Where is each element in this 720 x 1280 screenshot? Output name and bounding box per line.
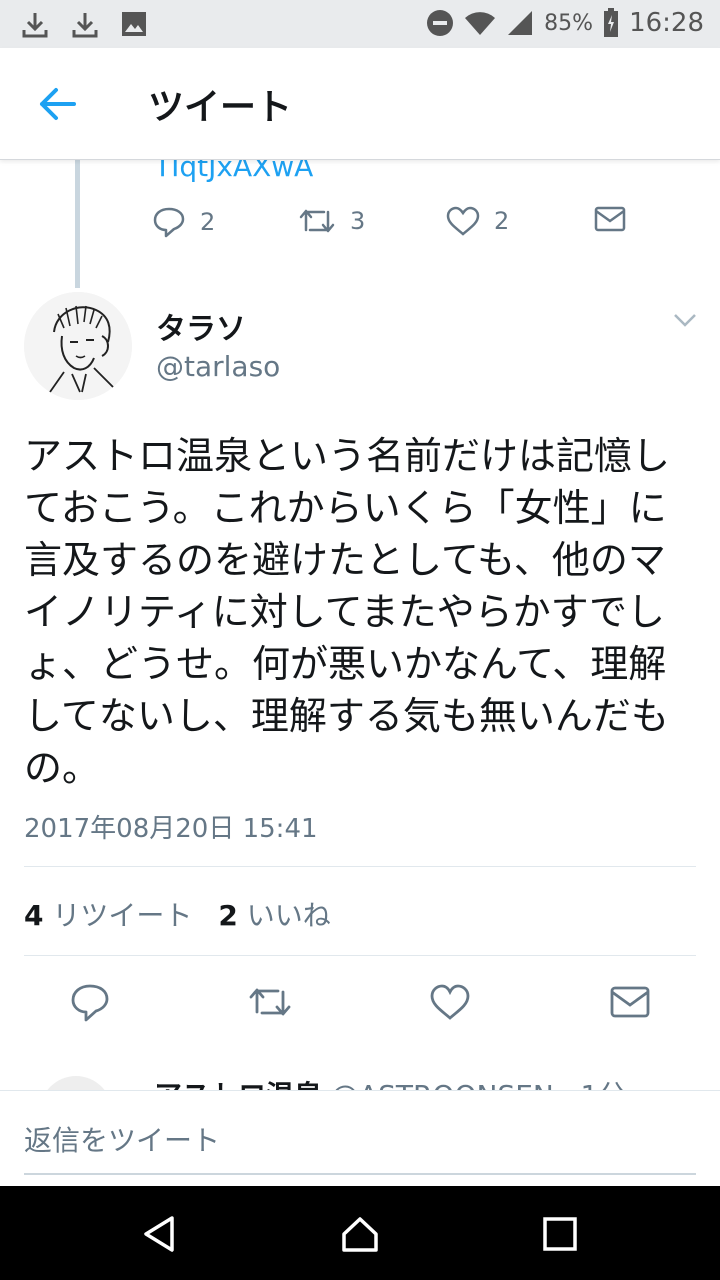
next-tweet-peek[interactable]: アストロ温泉 @ASTROONSEN · 1分 (0, 1052, 720, 1090)
divider (24, 955, 696, 956)
reply-icon (153, 207, 185, 238)
thread-connector (75, 160, 80, 288)
retweet-count: 3 (350, 207, 366, 235)
avatar (40, 1076, 112, 1090)
retweet-icon (299, 209, 335, 233)
like-stat[interactable]: 2 いいね (218, 894, 330, 934)
recents-nav-icon[interactable] (540, 1214, 580, 1254)
chevron-down-icon[interactable] (672, 310, 698, 330)
tweet-text: アストロ温泉という名前だけは記憶しておこう。これからいくら「女性」に言及するのを… (24, 434, 671, 790)
author-handle[interactable]: @tarlaso (156, 350, 280, 383)
like-button[interactable]: 2 (446, 206, 509, 236)
tweet-stats: 4 リツイート 2 いいね (24, 894, 331, 934)
status-bar: 85% 16:28 (0, 0, 720, 48)
back-nav-icon[interactable] (140, 1214, 180, 1254)
reply-input-underline (24, 1173, 696, 1175)
reply-icon[interactable] (70, 980, 110, 1024)
like-count: 2 (494, 207, 510, 235)
tweet-actions (0, 980, 720, 1030)
wifi-icon (465, 12, 496, 35)
heart-icon (446, 206, 480, 236)
retweet-button[interactable]: 3 (298, 206, 365, 236)
reply-bar: 返信をツイート (0, 1090, 720, 1186)
next-tweet-header: アストロ温泉 @ASTROONSEN · 1分 (154, 1074, 626, 1090)
avatar[interactable] (24, 292, 132, 400)
download-icon (72, 13, 98, 38)
mail-icon[interactable] (610, 980, 650, 1024)
back-arrow-icon[interactable] (34, 82, 82, 126)
sketch-portrait-icon (24, 292, 132, 400)
page-title: ツイート (148, 87, 293, 128)
divider (24, 866, 696, 867)
battery-percent: 85% (544, 10, 594, 36)
reply-button[interactable]: 2 (152, 206, 215, 238)
retweet-stat-label: リツイート (52, 899, 193, 932)
clock: 16:28 (629, 8, 704, 38)
download-icon (22, 13, 48, 38)
navigation-bar (0, 1186, 720, 1280)
reply-count: 2 (200, 208, 216, 236)
retweet-stat-count: 4 (24, 899, 44, 932)
next-tweet-author: アストロ温泉 (154, 1079, 322, 1090)
battery-icon (604, 8, 619, 37)
image-icon (122, 12, 146, 36)
mail-icon (594, 206, 626, 232)
share-button[interactable] (594, 206, 626, 232)
like-stat-label: いいね (246, 899, 331, 932)
home-nav-icon[interactable] (340, 1214, 380, 1254)
reply-input[interactable]: 返信をツイート (24, 1119, 220, 1159)
author-name[interactable]: タラソ (156, 304, 246, 348)
signal-icon (508, 11, 533, 35)
next-tweet-handle: @ASTROONSEN · 1分 (331, 1079, 626, 1090)
retweet-icon[interactable] (248, 980, 292, 1024)
previous-tweet-actions: 2 3 2 (152, 206, 632, 250)
heart-icon[interactable] (430, 980, 470, 1024)
like-stat-count: 2 (218, 899, 238, 932)
tweet-timestamp: 2017年08月20日 15:41 (24, 814, 318, 844)
app-header: ツイート (0, 48, 720, 160)
dnd-icon (427, 10, 454, 36)
retweet-stat[interactable]: 4 リツイート (24, 894, 192, 934)
